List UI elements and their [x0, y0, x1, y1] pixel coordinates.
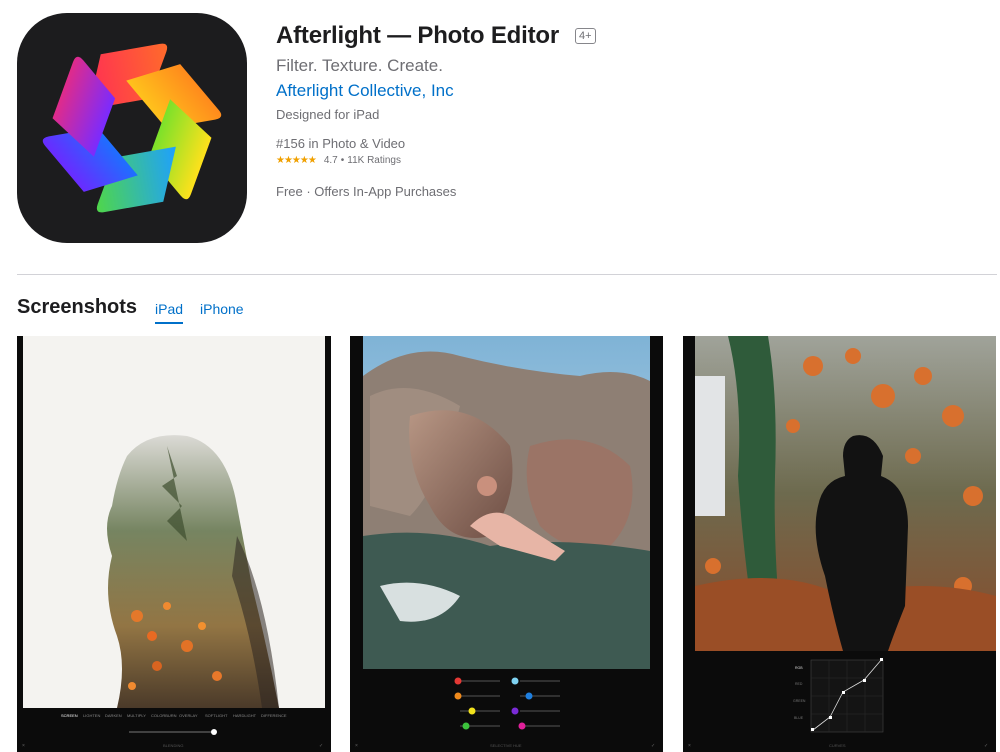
mode-overlay: OVERLAY: [179, 713, 198, 718]
hue-green-knob: [462, 722, 470, 730]
curve-point: [863, 679, 866, 682]
app-header: Afterlight — Photo Editor 4+ Filter. Tex…: [276, 22, 596, 199]
screenshot-double-exposure[interactable]: SCREEN LIGHTEN DARKEN MULTIPLY COLORBURN…: [17, 336, 331, 752]
screenshots-heading: Screenshots: [17, 296, 138, 318]
shot3-caption: CURVES: [829, 743, 846, 748]
rating-value: 4.7: [323, 155, 338, 166]
age-rating-badge: 4+: [574, 28, 596, 44]
curve-point: [829, 716, 832, 719]
star-rating-icon: ★★★★★: [276, 155, 317, 166]
category-rank: #156 in Photo & Video: [276, 136, 406, 151]
app-subtitle: Filter. Texture. Create.: [276, 56, 443, 75]
shot2-caption: SELECTIVE HUE: [490, 743, 522, 748]
section-divider: [17, 274, 997, 275]
double-exposure-image: SCREEN LIGHTEN DARKEN MULTIPLY COLORBURN…: [17, 336, 331, 752]
curve-point: [880, 658, 883, 661]
hue-blue-knob: [525, 692, 533, 700]
autumn-forest-image: RGB RED GREEN BLUE × CURVES ✓: [683, 336, 996, 752]
mode-difference: DIFFERENCE: [261, 713, 287, 718]
screenshot-curves[interactable]: RGB RED GREEN BLUE × CURVES ✓: [683, 336, 996, 752]
channel-red: RED: [795, 682, 803, 686]
title-row: Afterlight — Photo Editor 4+: [276, 22, 596, 50]
close-icon: ×: [22, 743, 25, 749]
mode-multiply: MULTIPLY: [127, 713, 146, 718]
tab-iphone[interactable]: iPhone: [200, 301, 244, 317]
hue-red-knob: [454, 677, 462, 685]
rating-separator: •: [340, 155, 345, 166]
hue-purple-knob: [511, 707, 519, 715]
check-icon: ✓: [319, 743, 323, 749]
mode-darken: DARKEN: [105, 713, 122, 718]
price-label: Free · Offers In-App Purchases: [276, 184, 457, 199]
channel-blue: BLUE: [794, 716, 804, 720]
mode-hardlight: HARDLIGHT: [233, 713, 257, 718]
app-title: Afterlight — Photo Editor: [276, 22, 559, 49]
tab-ipad[interactable]: iPad: [155, 301, 184, 324]
hue-orange-knob: [454, 692, 462, 700]
hue-magenta-knob: [518, 722, 526, 730]
check-icon: ✓: [651, 743, 655, 749]
slider-knob[interactable]: [211, 729, 217, 735]
designed-for-label: Designed for iPad: [276, 107, 380, 122]
close-icon: ×: [355, 743, 358, 749]
app-icon: [17, 13, 247, 243]
hue-yellow-knob: [468, 707, 476, 715]
mode-screen: SCREEN: [61, 713, 78, 718]
channel-rgb: RGB: [795, 666, 803, 670]
channel-green: GREEN: [793, 699, 806, 703]
curve-point: [842, 691, 845, 694]
shot1-caption: BLENDING: [163, 743, 183, 748]
hue-aqua-knob: [511, 677, 519, 685]
aperture-logo-icon: [42, 43, 222, 213]
rocky-landscape-image: × SELECTIVE HUE ✓: [350, 336, 663, 752]
check-icon: ✓: [984, 743, 988, 749]
curve-point: [811, 728, 814, 731]
developer-link[interactable]: Afterlight Collective, Inc: [276, 81, 596, 101]
ratings-count: 11K Ratings: [347, 155, 401, 166]
mode-softlight: SOFTLIGHT: [205, 713, 228, 718]
mode-lighten: LIGHTEN: [83, 713, 100, 718]
rating-row: ★★★★★ 4.7 • 11K Ratings: [276, 155, 596, 166]
close-icon: ×: [688, 743, 691, 749]
screenshot-selective-hue[interactable]: × SELECTIVE HUE ✓: [350, 336, 663, 752]
mode-colorburn: COLORBURN: [151, 713, 177, 718]
